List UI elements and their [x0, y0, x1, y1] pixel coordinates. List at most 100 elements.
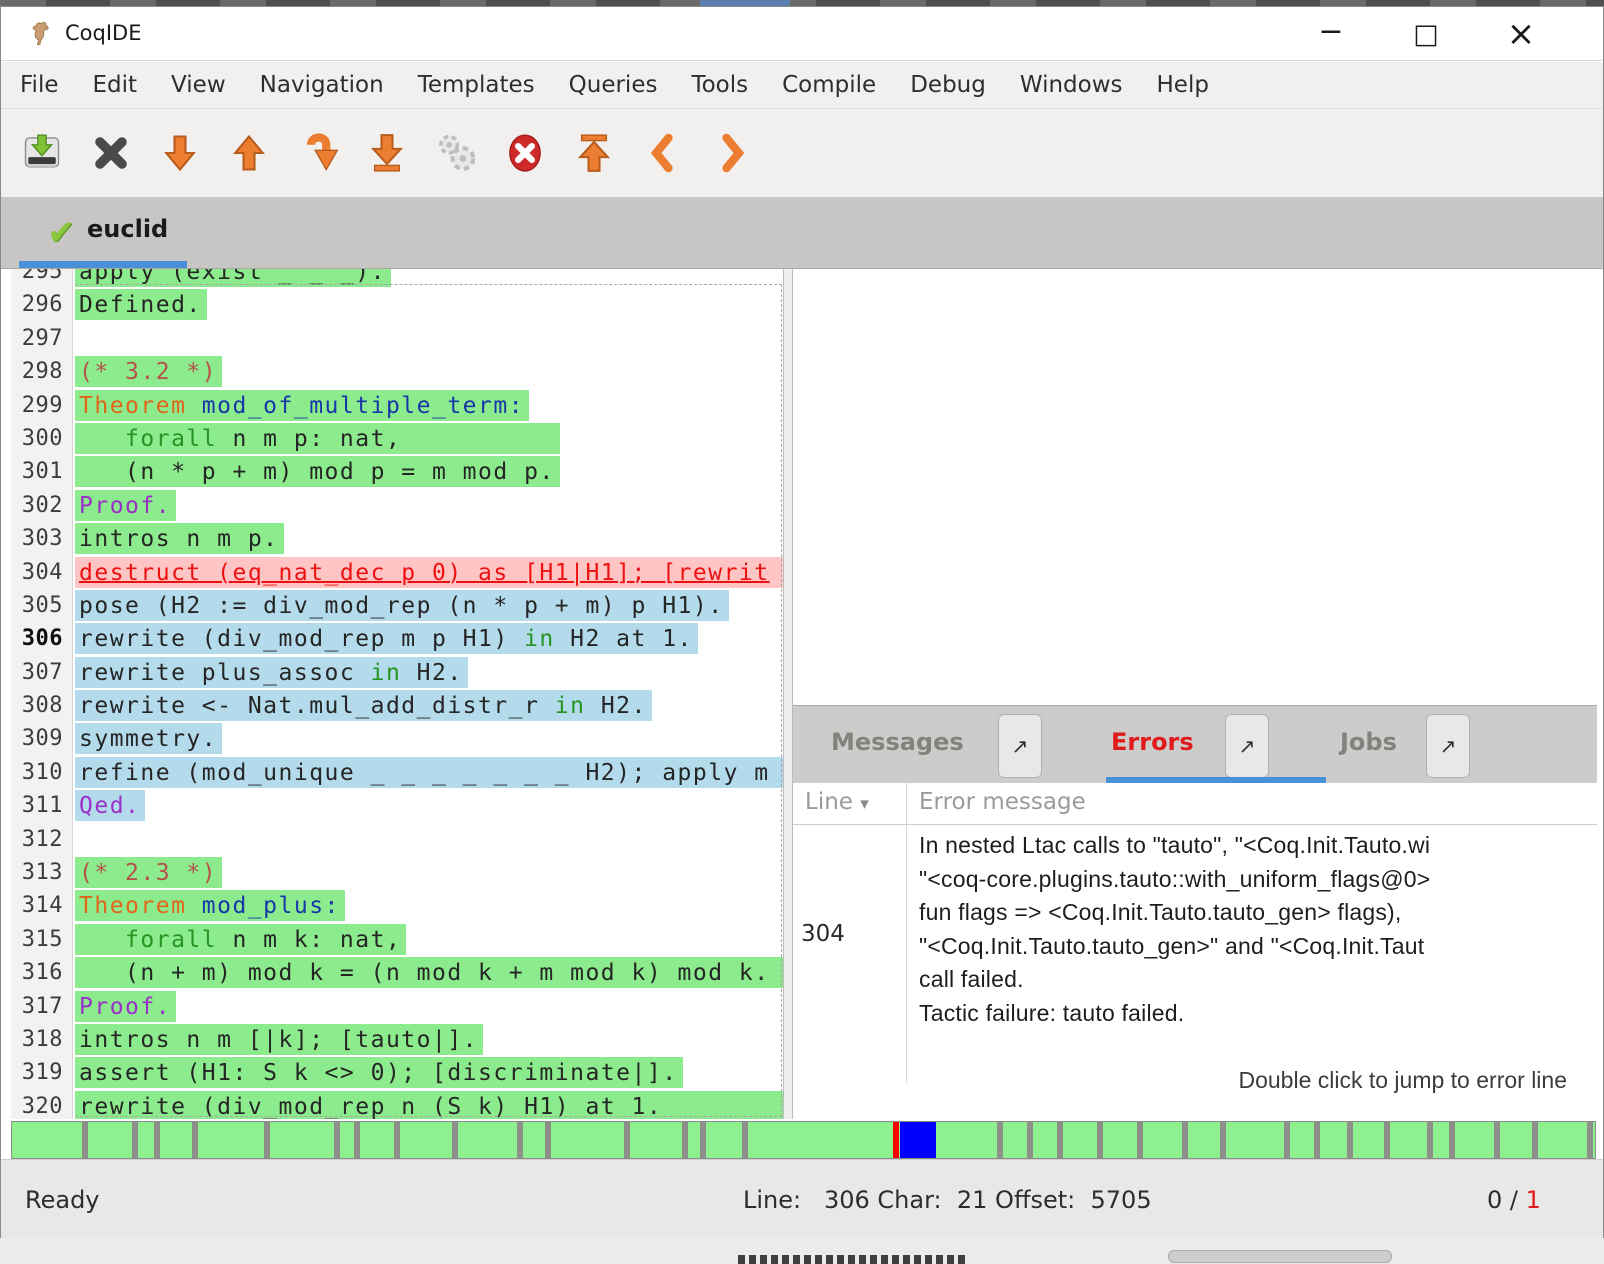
code-line[interactable]: 316 (n + m) mod k = (n mod k + m mod k) … — [11, 957, 783, 990]
tab-errors[interactable]: Errors — [1111, 728, 1194, 756]
code-line[interactable]: 296 Defined. — [11, 289, 783, 322]
goal-panel[interactable] — [793, 269, 1597, 705]
goto-cursor-button[interactable] — [295, 130, 341, 176]
code-line[interactable]: 317Proof. — [11, 991, 783, 1024]
code-line[interactable]: 319assert (H1: S k <> 0); [discriminate|… — [11, 1057, 783, 1090]
detach-jobs-button[interactable]: ↗ — [1426, 714, 1470, 778]
save-button[interactable] — [19, 130, 65, 176]
progress-segment-divider — [1314, 1122, 1320, 1159]
line-number: 295 — [11, 269, 63, 284]
menu-queries[interactable]: Queries — [552, 62, 675, 108]
code-editor[interactable]: 295 apply (exist _ _ _). 296 Defined.297298… — [11, 269, 783, 1119]
menu-navigation[interactable]: Navigation — [243, 62, 401, 108]
step-down-button[interactable] — [157, 130, 203, 176]
progress-segment-divider — [1347, 1122, 1353, 1159]
code-line[interactable]: 314Theorem mod_plus: — [11, 890, 783, 923]
progress-segment-divider — [452, 1122, 458, 1159]
line-number: 296 — [11, 292, 63, 317]
error-hint-text: Double click to jump to error line — [1238, 1067, 1567, 1094]
menu-windows[interactable]: Windows — [1003, 62, 1140, 108]
code-line[interactable]: 307rewrite plus_assoc in H2. — [11, 657, 783, 690]
code-text: Defined. — [75, 289, 207, 320]
close-document-button[interactable] — [88, 130, 134, 176]
code-line[interactable]: 298(* 3.2 *) — [11, 356, 783, 389]
detach-icon: ↗ — [1012, 734, 1029, 758]
interrupt-button[interactable] — [502, 130, 548, 176]
code-line[interactable]: 304destruct (eq_nat_dec p 0) as [H1|H1];… — [11, 557, 783, 590]
error-row-message[interactable]: In nested Ltac calls to "tauto", "<Coq.I… — [919, 829, 1589, 1030]
menu-edit[interactable]: Edit — [76, 62, 155, 108]
code-line[interactable]: 311 Qed. — [11, 790, 783, 823]
menu-help[interactable]: Help — [1140, 62, 1226, 108]
code-text: Qed. — [75, 790, 145, 821]
menu-view[interactable]: View — [154, 62, 243, 108]
progress-segment-divider — [1182, 1122, 1188, 1159]
detach-errors-button[interactable]: ↗ — [1225, 714, 1269, 778]
document-tab-bar: ✔ euclid — [1, 197, 1603, 269]
progress-segment-divider — [334, 1122, 340, 1159]
progress-segment-divider — [1057, 1122, 1063, 1159]
code-line[interactable]: 309symmetry. — [11, 723, 783, 756]
progress-segment-divider — [82, 1122, 88, 1159]
line-number: 302 — [11, 493, 63, 518]
status-error-counter: 0 / 1 — [1487, 1186, 1541, 1214]
menu-compile[interactable]: Compile — [765, 62, 893, 108]
run-to-end-button[interactable] — [364, 130, 410, 176]
code-line[interactable]: 313(* 2.3 *) — [11, 857, 783, 890]
code-line[interactable]: 308rewrite <- Nat.mul_add_distr_r in H2. — [11, 690, 783, 723]
code-line[interactable]: 312 — [11, 824, 783, 857]
error-row-line-number[interactable]: 304 — [801, 921, 893, 947]
step-up-button[interactable] — [226, 130, 272, 176]
restart-to-top-icon — [572, 131, 616, 175]
maximize-button[interactable]: □ — [1391, 15, 1461, 55]
code-line[interactable]: 295 apply (exist _ _ _). — [11, 269, 783, 289]
progress-segment-divider — [1097, 1122, 1103, 1159]
code-text: rewrite plus_assoc in H2. — [75, 657, 468, 688]
column-header-error-message[interactable]: Error message — [919, 789, 1086, 815]
code-line[interactable]: 301 (n * p + m) mod p = m mod p. — [11, 456, 783, 489]
code-line[interactable]: 299Theorem mod_of_multiple_term: — [11, 390, 783, 423]
tab-jobs[interactable]: Jobs — [1340, 728, 1397, 756]
line-number: 310 — [11, 760, 63, 785]
code-line[interactable]: 318intros n m [|k]; [tauto|]. — [11, 1024, 783, 1057]
vertical-splitter[interactable] — [783, 269, 793, 1119]
minimize-button[interactable]: − — [1296, 15, 1366, 55]
code-text: (n * p + m) mod p = m mod p. — [75, 456, 560, 487]
progress-segment-divider — [132, 1122, 138, 1159]
menu-file[interactable]: File — [3, 62, 76, 108]
line-number: 311 — [11, 793, 63, 818]
forward-button[interactable] — [709, 130, 755, 176]
line-number: 306 — [11, 626, 63, 651]
column-header-line[interactable]: Line ▾ — [805, 789, 869, 815]
code-text: apply (exist _ _ _). — [75, 269, 391, 287]
code-line[interactable]: 302Proof. — [11, 490, 783, 523]
code-text: refine (mod_unique _ _ _ _ _ _ _ H2); ap… — [75, 757, 783, 788]
code-lines: 295 apply (exist _ _ _). 296 Defined.297298… — [11, 269, 783, 1119]
close-button[interactable]: × — [1486, 15, 1556, 55]
code-line[interactable]: 303intros n m p. — [11, 523, 783, 556]
menu-templates[interactable]: Templates — [401, 62, 552, 108]
code-line[interactable]: 315 forall n m k: nat, — [11, 924, 783, 957]
background-scrollbar-thumb[interactable] — [1168, 1250, 1392, 1263]
code-text: forall n m k: nat, — [75, 924, 406, 955]
detach-messages-button[interactable]: ↗ — [998, 714, 1042, 778]
code-text: Theorem mod_of_multiple_term: — [75, 390, 529, 421]
code-line[interactable]: 297 — [11, 323, 783, 356]
line-number: 318 — [11, 1027, 63, 1052]
menu-debug[interactable]: Debug — [893, 62, 1003, 108]
code-line[interactable]: 310 refine (mod_unique _ _ _ _ _ _ _ H2);… — [11, 757, 783, 790]
menu-tools[interactable]: Tools — [674, 62, 765, 108]
tab-euclid[interactable]: ✔ euclid — [19, 197, 187, 269]
code-text: Proof. — [75, 991, 176, 1022]
progress-segment-divider — [517, 1122, 523, 1159]
restart-to-top-button[interactable] — [571, 130, 617, 176]
main-area: 295 apply (exist _ _ _). 296 Defined.297298… — [1, 269, 1603, 1119]
tab-messages[interactable]: Messages — [831, 728, 964, 756]
back-button[interactable] — [640, 130, 686, 176]
code-line[interactable]: 320rewrite (div_mod_rep n (S k) H1) at 1… — [11, 1091, 783, 1119]
line-number: 301 — [11, 459, 63, 484]
code-line[interactable]: 300 forall n m p: nat, — [11, 423, 783, 456]
settings-gears-button[interactable] — [433, 130, 479, 176]
code-line[interactable]: 305pose (H2 := div_mod_rep (n * p + m) p… — [11, 590, 783, 623]
code-line[interactable]: 306rewrite (div_mod_rep m p H1) in H2 at… — [11, 623, 783, 656]
